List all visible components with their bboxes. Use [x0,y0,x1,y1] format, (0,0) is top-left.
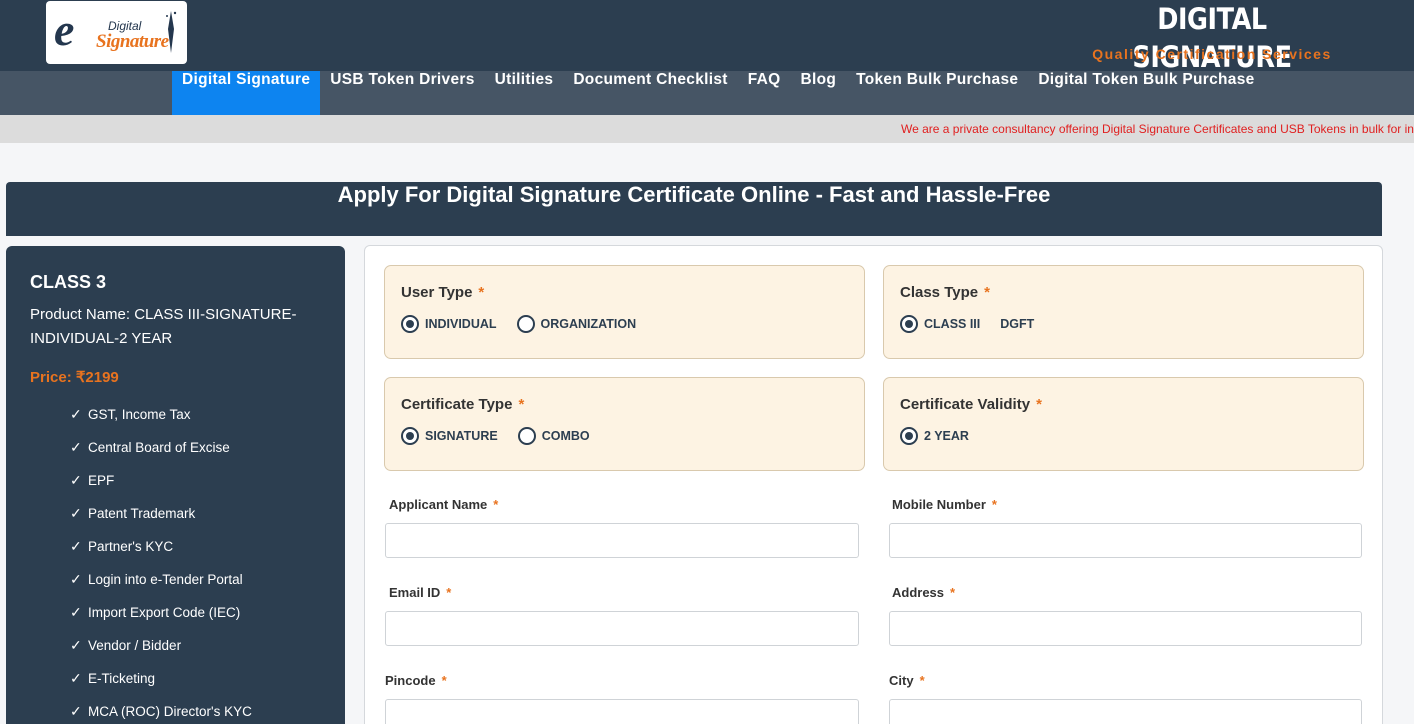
logo-e-letter: e [54,4,75,55]
nav-digital-token-bulk-purchase[interactable]: Digital Token Bulk Purchase [1028,71,1264,115]
check-icon: ✓ [70,703,82,719]
check-icon: ✓ [70,571,82,587]
product-name: Product Name: CLASS III-SIGNATURE-INDIVI… [30,306,297,347]
nav-usb-token-drivers[interactable]: USB Token Drivers [320,71,484,115]
logo-signature-text: Signature [96,31,169,52]
certificate-validity-group: Certificate Validity * 2 YEAR [883,377,1364,471]
required-mark: * [991,497,997,512]
radio-2-year-label[interactable]: 2 YEAR [924,429,969,443]
city-input[interactable] [889,699,1362,724]
check-icon: ✓ [70,670,82,686]
brand-subtitle: Quality Certification Services [1092,46,1332,62]
radio-signature-label[interactable]: SIGNATURE [425,429,498,443]
feature-item: ✓ Login into e-Tender Portal [70,571,243,587]
nav-digital-signature[interactable]: Digital Signature [172,71,321,115]
applicant-name-label: Applicant Name [389,497,488,512]
ticker-text: We are a private consultancy offering Di… [901,122,1414,136]
mobile-number-input[interactable] [889,523,1362,558]
required-mark: * [984,284,990,301]
product-class: CLASS 3 [30,272,107,292]
address-input[interactable] [889,611,1362,646]
required-mark: * [441,673,447,688]
feature-item: ✓ Patent Trademark [70,505,196,521]
required-mark: * [493,497,499,512]
address-label: Address [892,585,945,600]
applicant-name-input[interactable] [385,523,859,558]
feature-item: ✓ EPF [70,472,115,488]
main-nav: Digital Signature USB Token Drivers Util… [0,71,1414,115]
feature-item: ✓ Central Board of Excise [70,439,230,455]
check-icon: ✓ [70,604,82,620]
mobile-number-label: Mobile Number [892,497,986,512]
check-icon: ✓ [70,637,82,653]
certificate-type-label: Certificate Type [401,396,513,413]
feature-item: ✓ GST, Income Tax [70,406,191,422]
radio-class-iii-label[interactable]: CLASS III [924,317,980,331]
nav-faq[interactable]: FAQ [738,71,791,115]
feature-list: ✓ GST, Income Tax ✓ Central Board of Excis… [70,406,252,724]
application-form: User Type * INDIVIDUAL ORGANIZATION Class… [364,245,1383,724]
pincode-input[interactable] [385,699,859,724]
product-summary-card: CLASS 3 Product Name: CLASS III-SIGNATUR… [6,246,345,724]
feature-item: ✓ Import Export Code (IEC) [70,604,241,620]
required-mark: * [919,673,925,688]
required-mark: * [478,284,485,301]
check-icon: ✓ [70,439,82,455]
feature-item: ✓ Partner's KYC [70,538,174,554]
check-icon: ✓ [70,538,82,554]
feature-item: ✓ E-Ticketing [70,670,156,686]
radio-2-year[interactable] [900,427,918,445]
user-type-group: User Type * INDIVIDUAL ORGANIZATION [384,265,865,359]
feature-item: ✓ MCA (ROC) Director's KYC [70,703,252,719]
radio-individual[interactable] [401,315,419,333]
pincode-label: Pincode [385,673,436,688]
certificate-type-group: Certificate Type * SIGNATURE COMBO [384,377,865,471]
site-header: e Digital Signature DIGITAL SIGNATURE Qu… [0,0,1414,74]
required-mark: * [950,585,956,600]
radio-class-iii[interactable] [900,315,918,333]
required-mark: * [518,396,525,413]
product-price: Price: ₹2199 [30,369,119,386]
required-mark: * [446,585,452,600]
required-mark: * [1036,396,1042,413]
site-logo[interactable]: e Digital Signature [46,1,187,64]
user-type-label: User Type [401,284,473,301]
brand-title: DIGITAL SIGNATURE [1132,2,1292,74]
class-type-group: Class Type * CLASS III DGFT [883,265,1364,359]
radio-signature[interactable] [401,427,419,445]
announcement-ticker: We are a private consultancy offering Di… [0,115,1414,143]
check-icon: ✓ [70,505,82,521]
city-label: City [889,673,914,688]
radio-organization-label[interactable]: ORGANIZATION [541,317,637,331]
nav-token-bulk-purchase[interactable]: Token Bulk Purchase [846,71,1028,115]
pen-icon [166,11,177,53]
certificate-validity-label: Certificate Validity [900,396,1031,413]
class-type-label: Class Type [900,284,979,301]
radio-organization[interactable] [516,315,535,333]
radio-combo-label[interactable]: COMBO [542,429,590,443]
option-dgft-label[interactable]: DGFT [1000,317,1034,331]
nav-utilities[interactable]: Utilities [485,71,564,115]
check-icon: ✓ [70,472,82,488]
nav-document-checklist[interactable]: Document Checklist [563,71,737,115]
email-id-input[interactable] [385,611,859,646]
email-id-label: Email ID [389,585,441,600]
feature-item: ✓ Vendor / Bidder [70,637,182,653]
nav-blog[interactable]: Blog [790,71,846,115]
page-title: Apply For Digital Signature Certificate … [6,182,1382,236]
radio-combo[interactable] [517,427,536,445]
radio-individual-label[interactable]: INDIVIDUAL [425,317,497,331]
check-icon: ✓ [70,406,82,422]
